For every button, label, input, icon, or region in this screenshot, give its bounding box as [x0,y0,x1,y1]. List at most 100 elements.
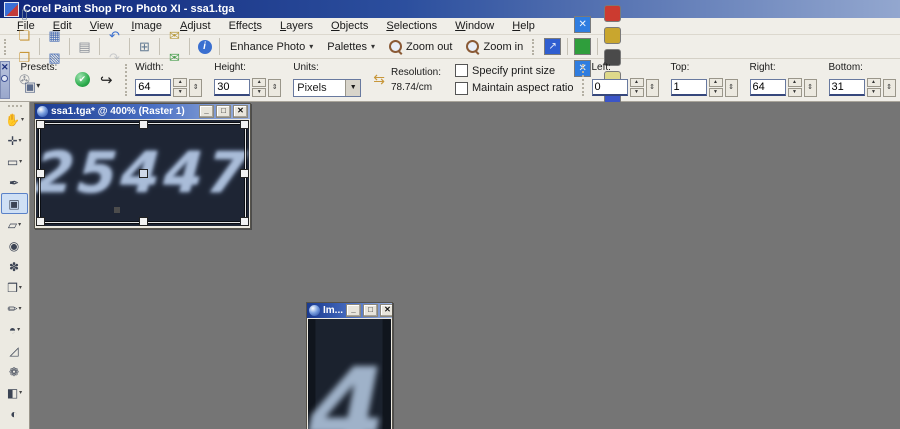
left-slider-button[interactable]: ⇕ [646,79,659,97]
open-file-button[interactable]: ❏ [13,25,36,47]
bottom-spin-down[interactable]: ▼ [867,88,881,97]
crop-handle-se[interactable] [240,217,249,226]
close-button[interactable]: ✕ [233,105,248,118]
palette-grip[interactable] [8,105,22,107]
chevron-down-icon[interactable]: ▼ [345,80,360,96]
maximize-button[interactable]: □ [363,304,378,317]
crop-handle-e[interactable] [240,169,249,178]
launch-button[interactable]: ↗ [541,36,564,58]
tool-paint-brush[interactable]: ✏ ▾ [1,298,28,319]
width-input[interactable] [135,79,171,96]
right-spin-down[interactable]: ▼ [788,88,802,97]
menu-item[interactable]: Window [446,19,503,33]
crop-handle-center[interactable] [139,169,148,178]
tool-makeover[interactable]: ✽ [1,256,28,277]
crop-pivot-point[interactable] [114,207,120,213]
effect-swirl-button[interactable] [601,3,624,25]
tool-clone[interactable]: ❒ ▾ [1,277,28,298]
new-file-button[interactable]: ▯ [13,3,36,25]
crop-handle-s[interactable] [139,217,148,226]
tool-color-changer[interactable]: ◓ ▾ [1,319,28,340]
undo-button[interactable]: ↶ [103,25,126,47]
width-spin-down[interactable]: ▼ [173,88,187,97]
maintain-aspect-ratio-checkbox[interactable]: Maintain aspect ratio [455,82,574,95]
toolbar-grip[interactable] [4,39,9,55]
left-spin-down[interactable]: ▼ [630,88,644,97]
crop-handle-w[interactable] [36,169,45,178]
left-spin-up[interactable]: ▲ [630,78,644,87]
presets-crop-button[interactable]: ▣ ▾ [21,75,44,97]
top-spin-down[interactable]: ▼ [709,88,723,97]
crop-handle-sw[interactable] [36,217,45,226]
bottom-input[interactable] [829,79,865,96]
right-input[interactable] [750,79,786,96]
tool-red-eye[interactable]: ◉ [1,235,28,256]
top-input[interactable] [671,79,707,96]
tool-lighten-darken[interactable]: ◐ [1,403,28,424]
tool-dropper[interactable]: ✒ [1,172,28,193]
menu-item[interactable]: Selections [377,19,446,33]
tool-flood-fill[interactable]: ◧ ▾ [1,382,28,403]
minimize-button[interactable]: _ [346,304,361,317]
effect-spiral-button[interactable] [601,25,624,47]
tool-pan[interactable]: ✋ ▾ [1,109,28,130]
left-input[interactable] [592,79,628,96]
email-button[interactable]: ✉ [163,25,186,47]
save-button[interactable]: ▦ [43,25,66,47]
right-slider-button[interactable]: ⇕ [804,79,817,97]
menu-item[interactable]: Effects [220,19,271,33]
height-spin-down[interactable]: ▼ [252,88,266,97]
bottom-slider-button[interactable]: ⇕ [883,79,896,97]
minimize-button[interactable]: _ [199,105,214,118]
print-button[interactable]: ▤ [73,36,96,58]
crop-marquee[interactable] [39,123,246,223]
width-spin-up[interactable]: ▲ [173,78,187,87]
palette-handle[interactable]: ✕ [0,61,10,99]
pin-icon[interactable] [1,75,8,82]
tool-move[interactable]: ✛ ▾ [1,130,28,151]
resize-button[interactable]: ⊞ [133,36,156,58]
width-slider-button[interactable]: ⇕ [189,79,202,97]
maximize-button[interactable]: □ [216,105,231,118]
right-spin-up[interactable]: ▲ [788,78,802,87]
palettes-button[interactable]: Palettes ▾ [320,37,382,57]
top-spin-up[interactable]: ▲ [709,78,723,87]
doc1-titlebar[interactable]: ssa1.tga* @ 400% (Raster 1) _ □ ✕ [35,104,250,119]
close-button[interactable]: ✕ [380,304,392,317]
tool-text[interactable]: A [1,424,28,429]
close-icon[interactable]: ✕ [1,63,9,72]
tool-picture-tube[interactable]: ❁ [1,361,28,382]
tool-selection[interactable]: ▭ ▾ [1,151,28,172]
doc2-titlebar[interactable]: Im... _ □ ✕ [307,303,392,318]
image-script-2-button[interactable] [571,36,594,58]
info-icon: i [198,40,212,54]
menu-item[interactable]: Help [503,19,544,33]
menu-item[interactable]: Layers [271,19,322,33]
apply-button[interactable]: ✔ [71,70,93,90]
crop-handle-nw[interactable] [36,120,45,129]
magnifier-icon [466,40,479,53]
units-select[interactable]: Pixels ▼ [293,79,361,97]
tool-crop[interactable]: ▣ [1,193,28,214]
height-slider-button[interactable]: ⇕ [268,79,281,97]
bottom-spin-up[interactable]: ▲ [867,78,881,87]
height-input[interactable] [214,79,250,96]
app-titlebar[interactable]: Corel Paint Shop Pro Photo XI - ssa1.tga [0,0,900,18]
doc1-image-area: 25447 [36,120,249,226]
menu-item[interactable]: Objects [322,19,377,33]
image-script-1-button[interactable]: ✕ [571,14,594,36]
specify-print-size-checkbox[interactable]: Specify print size [455,64,574,77]
tool-eraser[interactable]: ◿ [1,340,28,361]
crop-handle-n[interactable] [139,120,148,129]
redo-button[interactable]: ↷ [103,47,126,69]
image-information-button[interactable]: i [193,36,216,58]
tool-straighten[interactable]: ▱ ▾ [1,214,28,235]
zoom-in-button[interactable]: Zoom in [459,37,530,57]
height-spin-up[interactable]: ▲ [252,78,266,87]
top-slider-button[interactable]: ⇕ [725,79,738,97]
enhance-photo-button[interactable]: Enhance Photo ▾ [223,37,320,57]
zoom-out-button[interactable]: Zoom out [382,37,459,57]
crop-handle-ne[interactable] [240,120,249,129]
toolbar-grip[interactable] [532,39,537,55]
clear-button[interactable]: ↪ [95,70,117,90]
